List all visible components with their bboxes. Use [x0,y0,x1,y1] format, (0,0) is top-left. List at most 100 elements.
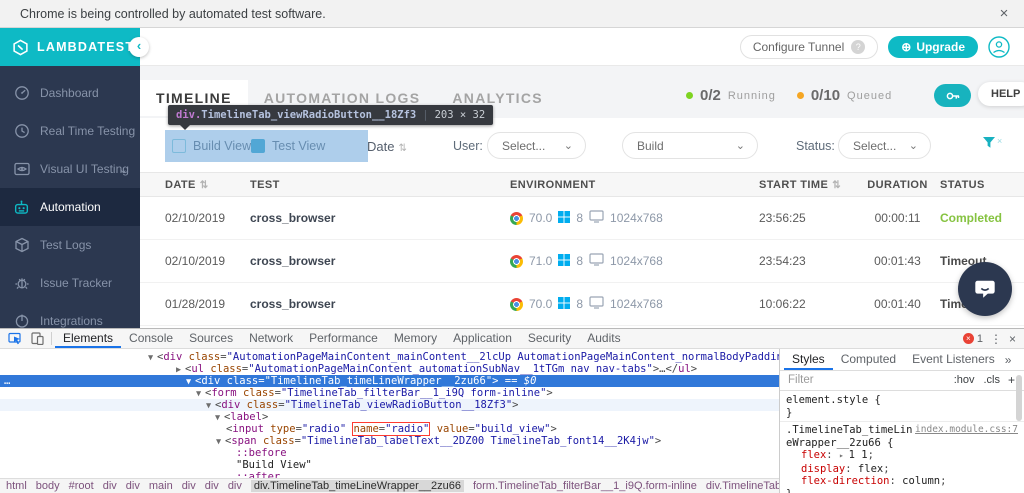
tree-node[interactable]: "Build View" [0,459,779,471]
build-select[interactable]: Build ⌄ [622,132,758,159]
cell-duration: 00:00:11 [855,211,940,225]
styles-sidebar: StylesComputedEvent Listeners » :hov .cls… [779,349,1024,493]
chat-widget-button[interactable] [958,262,1012,316]
styles-filter-input[interactable] [786,373,896,387]
devtools-tab-console[interactable]: Console [121,329,181,348]
toggle--hov[interactable]: :hov [954,374,975,386]
cell-date: 01/28/2019 [165,297,250,311]
breadcrumb-item[interactable]: body [36,480,60,492]
toggle--cls[interactable]: .cls [984,374,1001,386]
build-view-checkbox[interactable] [172,139,186,153]
sidebar-item-label: Visual UI Testing [40,162,129,176]
breadcrumb-item[interactable]: div [228,480,242,492]
table-row[interactable]: 02/10/2019cross_browser70.081024x76823:5… [140,197,1024,240]
sidebar-item-integrations[interactable]: Integrations [0,302,140,328]
sidebar-item-real-time-testing[interactable]: Real Time Testing [0,112,140,150]
brand-logo[interactable]: LAMBDATEST [0,28,140,66]
tree-node[interactable]: <input type="radio" name="radio" value="… [0,423,779,435]
breadcrumb-item[interactable]: div [182,480,196,492]
css-property[interactable]: display: flex; [786,463,1018,476]
configure-tunnel-button[interactable]: Configure Tunnel ? [740,35,878,59]
breadcrumb-item[interactable]: div.TimelineTab_viewRadioButton__18Zf3 [706,480,779,492]
tree-node[interactable]: …▼<div class="TimelineTab_timeLineWrappe… [0,375,779,387]
devtools-tab-network[interactable]: Network [241,329,301,348]
table-header-row: DATE⇅TESTENVIRONMENTSTART TIME⇅DURATIONS… [140,172,1024,197]
build-view-label[interactable]: Build View [193,139,251,153]
column-header-environment[interactable]: ENVIRONMENT [510,179,745,191]
styles-tab-styles[interactable]: Styles [784,349,833,370]
access-key-button[interactable] [934,84,971,107]
console-error-badge[interactable]: × 1 [963,333,983,345]
breadcrumb-item[interactable]: div [205,480,219,492]
inspect-element-icon[interactable] [4,329,26,348]
sort-icon[interactable]: ⇅ [200,180,209,191]
sidebar-item-visual-ui-testing[interactable]: Visual UI Testing⌄ [0,150,140,188]
error-icon: × [963,333,974,344]
tree-node[interactable]: ::before [0,447,779,459]
sidebar-item-automation[interactable]: Automation [0,188,140,226]
infobar-close-icon[interactable]: × [994,0,1014,28]
tree-node[interactable]: ::after [0,471,779,478]
sidebar-item-issue-tracker[interactable]: Issue Tracker [0,264,140,302]
devtools-tab-elements[interactable]: Elements [55,329,121,348]
css-property[interactable]: flex: ▸ 1 1; [786,449,1018,463]
breadcrumb-item[interactable]: div [103,480,117,492]
styles-scrollbar[interactable] [1014,373,1024,493]
breadcrumb-item[interactable]: div.TimelineTab_timeLineWrapper__2zu66 [251,480,464,492]
column-header-start-time[interactable]: START TIME⇅ [745,179,855,191]
column-header-date[interactable]: DATE⇅ [165,179,250,191]
styles-tab-computed[interactable]: Computed [833,349,904,370]
breadcrumb-item[interactable]: main [149,480,173,492]
tree-node[interactable]: ▼<span class="TimelineTab_labelText__2DZ… [0,435,779,447]
resolution: 1024x768 [610,297,663,311]
user-avatar-icon[interactable] [988,36,1010,58]
breadcrumb-item[interactable]: html [6,480,27,492]
breadcrumb-item[interactable]: form.TimelineTab_filterBar__1_i9Q.form-i… [473,480,697,492]
sidebar-item-test-logs[interactable]: Test Logs [0,226,140,264]
scrollbar-thumb[interactable] [1016,375,1022,421]
tree-node[interactable]: ▼<form class="TimelineTab_filterBar__1_i… [0,387,779,399]
devtools-tab-memory[interactable]: Memory [386,329,445,348]
date-filter[interactable]: Date⇅ [367,139,407,154]
clear-filter-button[interactable]: × [982,136,1002,150]
tree-node[interactable]: ▼<div class="AutomationPageMainContent_m… [0,351,779,363]
sort-icon[interactable]: ⇅ [398,143,406,154]
element-style-open[interactable]: element.style { [786,394,1018,407]
devtools-tab-performance[interactable]: Performance [301,329,386,348]
css-property[interactable]: flex-direction: column; [786,475,1018,488]
tree-node[interactable]: ▼<div class="TimelineTab_viewRadioButton… [0,399,779,411]
devtools-tab-sources[interactable]: Sources [181,329,241,348]
stylesheet-source-link[interactable]: index.module.css:7 [915,424,1018,437]
column-header-test[interactable]: TEST [250,179,510,191]
user-select[interactable]: Select... ⌄ [487,132,586,159]
sidebar-collapse-button[interactable]: ‹ [129,37,149,57]
sidebar-item-label: Test Logs [40,238,91,252]
tree-node[interactable]: ▶<ul class="AutomationPageMainContent_au… [0,363,779,375]
expander-icon[interactable]: ▸ [839,451,849,460]
devtools-close-icon[interactable]: × [1009,332,1016,346]
test-view-checkbox[interactable] [251,139,265,153]
sort-icon[interactable]: ⇅ [832,180,841,191]
breadcrumb-item[interactable]: div [126,480,140,492]
status-select[interactable]: Select... ⌄ [838,132,931,159]
upgrade-button[interactable]: ⊕ Upgrade [888,36,978,58]
help-button[interactable]: HELP [978,82,1024,106]
column-header-status[interactable]: STATUS [940,179,1024,191]
table-row[interactable]: 02/10/2019cross_browser71.081024x76823:5… [140,240,1024,283]
styles-tab-event-listeners[interactable]: Event Listeners [904,349,1003,370]
column-header-duration[interactable]: DURATION [855,179,940,191]
sidebar-item-dashboard[interactable]: Dashboard [0,74,140,112]
cell-test-name: cross_browser [250,297,510,311]
devtools-tab-application[interactable]: Application [445,329,520,348]
more-tabs-icon[interactable]: » [1005,353,1012,367]
devtools-tab-security[interactable]: Security [520,329,579,348]
automation-infobar: Chrome is being controlled by automated … [0,0,1024,28]
test-view-label[interactable]: Test View [272,139,325,153]
question-icon[interactable]: ? [851,40,865,54]
breadcrumb-item[interactable]: #root [69,480,94,492]
table-row[interactable]: 01/28/2019cross_browser70.081024x76810:0… [140,283,1024,326]
devtools-menu-icon[interactable]: ⋮ [990,332,1002,346]
devtools-tab-audits[interactable]: Audits [579,329,628,348]
funnel-icon [982,136,996,150]
device-toolbar-icon[interactable] [26,329,48,348]
